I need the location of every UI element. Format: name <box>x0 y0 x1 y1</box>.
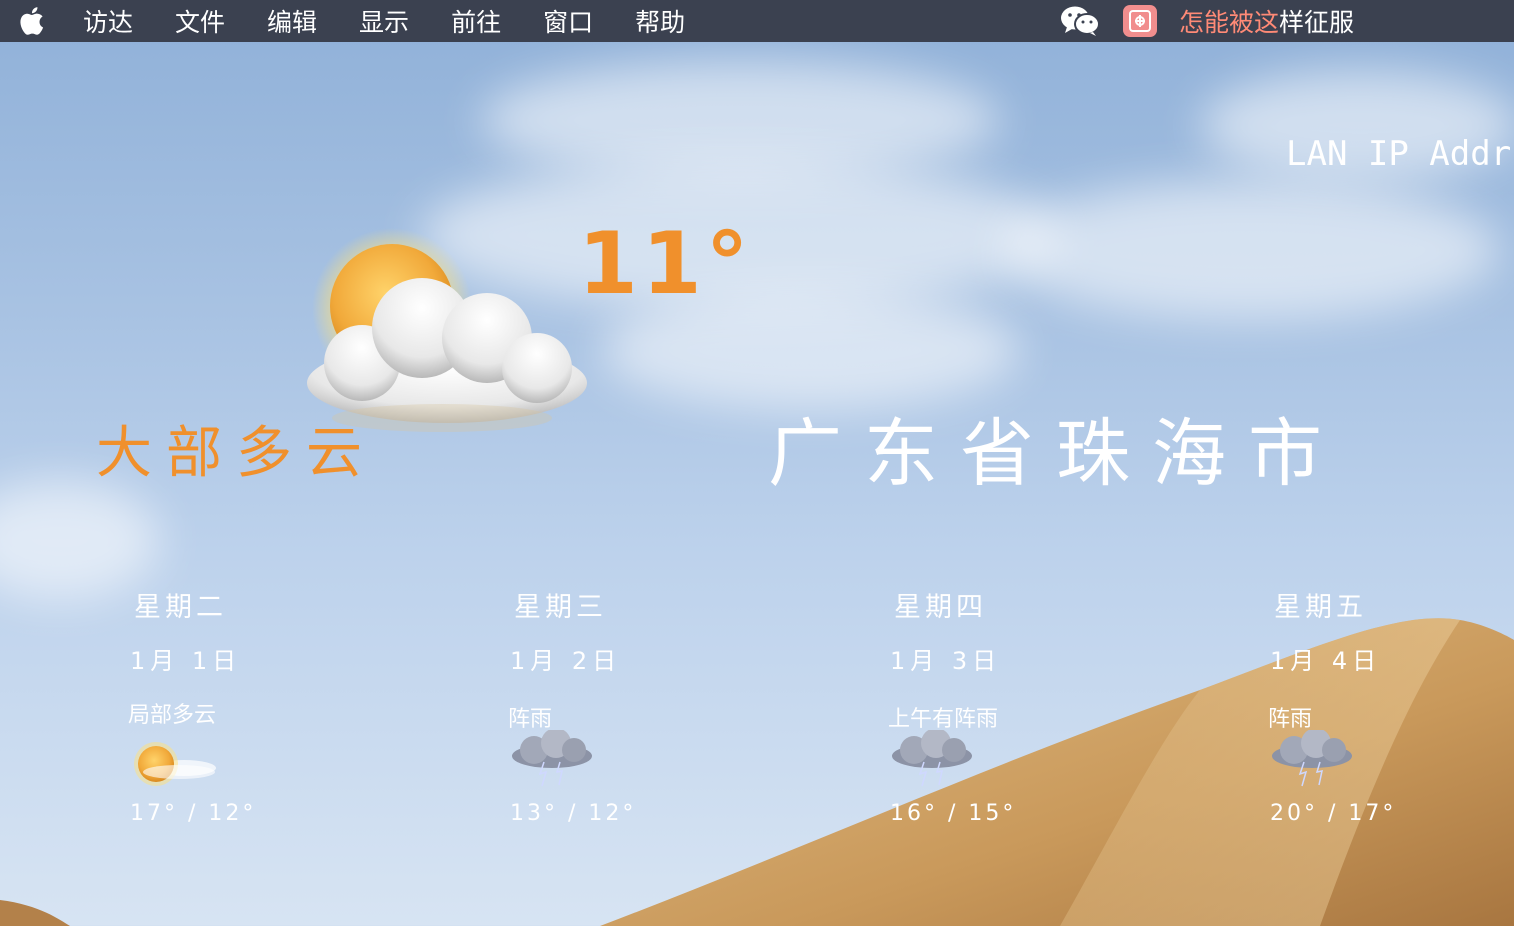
menu-bar: 访达 文件 编辑 显示 前往 窗口 帮助 怎能被这样征服 <box>0 0 1514 42</box>
forecast-description: 上午有阵雨 <box>888 707 999 732</box>
music-player-icon[interactable] <box>1122 5 1157 37</box>
city-name: 广东省珠海市 <box>768 411 1344 497</box>
menu-go[interactable]: 前往 <box>430 3 522 39</box>
lan-ip-label: LAN IP Addr <box>1286 134 1512 174</box>
menu-edit[interactable]: 编辑 <box>246 3 338 39</box>
menu-file[interactable]: 文件 <box>154 3 246 39</box>
menu-view[interactable]: 显示 <box>338 3 430 39</box>
status-area: 怎能被这样征服 <box>1059 0 1354 42</box>
now-playing-rest: 样征服 <box>1278 8 1354 37</box>
forecast-description: 局部多云 <box>128 703 217 728</box>
forecast-temps: 20° / 17° <box>1270 801 1397 826</box>
forecast-weekday: 星期五 <box>1274 592 1367 623</box>
current-condition: 大部多云 <box>96 421 376 486</box>
forecast-temps: 13° / 12° <box>510 801 637 826</box>
forecast-description: 阵雨 <box>508 707 553 732</box>
forecast-weekday: 星期四 <box>894 592 987 623</box>
forecast-date: 1月 4日 <box>1270 647 1382 675</box>
storm-cloud-icon <box>1272 730 1352 787</box>
current-temperature: 11° <box>578 214 753 314</box>
forecast-temps: 17° / 12° <box>130 801 257 826</box>
menu-window[interactable]: 窗口 <box>522 3 614 39</box>
forecast-date: 1月 3日 <box>890 647 1002 675</box>
forecast-date: 1月 1日 <box>130 647 242 675</box>
apple-menu-icon[interactable] <box>0 6 62 36</box>
sun-cloud-icon <box>134 742 216 786</box>
forecast-date: 1月 2日 <box>510 647 622 675</box>
menu-help[interactable]: 帮助 <box>614 3 706 39</box>
forecast-weekday: 星期二 <box>134 592 227 623</box>
now-playing-highlight: 怎能被这 <box>1178 8 1279 37</box>
wechat-icon[interactable] <box>1059 5 1101 37</box>
forecast-weekday: 星期三 <box>514 592 607 623</box>
menu-finder[interactable]: 访达 <box>62 3 154 39</box>
now-playing-title[interactable]: 怎能被这样征服 <box>1179 3 1354 39</box>
forecast-temps: 16° / 15° <box>890 801 1017 826</box>
forecast-description: 阵雨 <box>1268 707 1313 732</box>
storm-cloud-icon <box>892 730 972 787</box>
storm-cloud-icon <box>512 730 592 787</box>
